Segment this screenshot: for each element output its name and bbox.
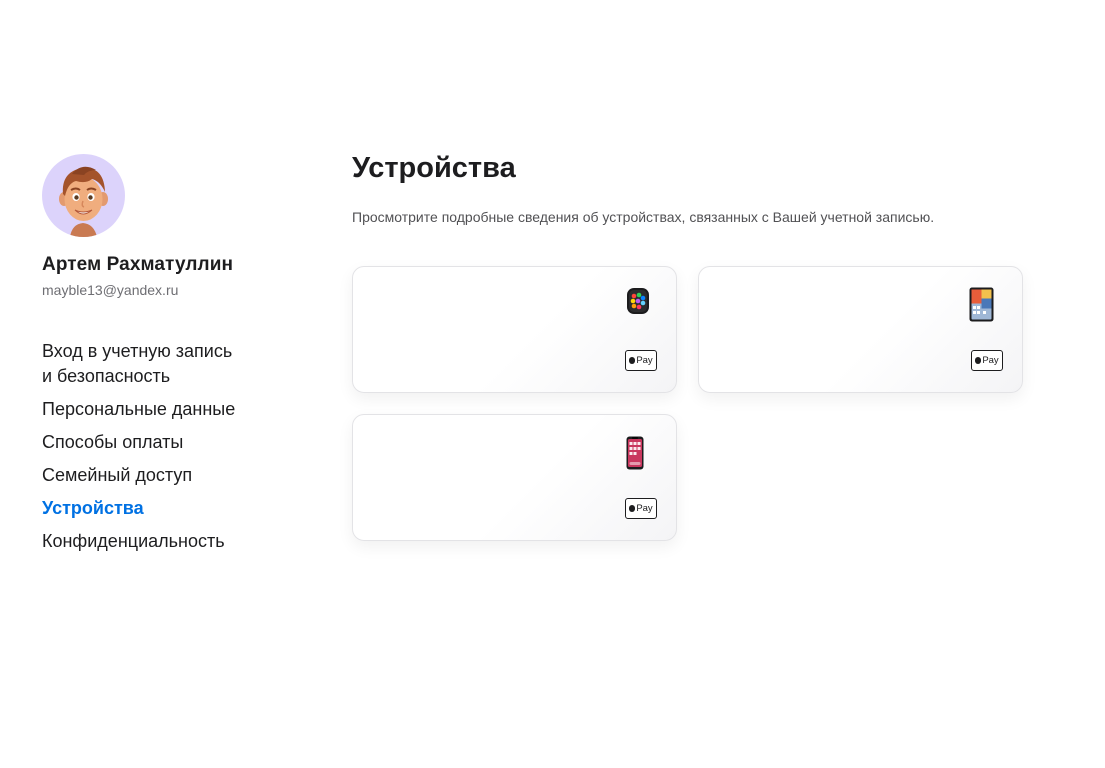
apple-logo-icon bbox=[975, 357, 982, 364]
device-card[interactable]: Pay bbox=[698, 266, 1023, 393]
sidebar-item-family-sharing[interactable]: Семейный доступ bbox=[42, 463, 282, 488]
apple-pay-badge: Pay bbox=[625, 350, 657, 371]
sidebar-nav: Вход в учетную запись и безопасность Пер… bbox=[42, 339, 282, 554]
apple-logo-icon bbox=[629, 357, 636, 364]
sidebar-item-privacy[interactable]: Конфиденциальность bbox=[42, 529, 282, 554]
apple-pay-badge: Pay bbox=[971, 350, 1003, 371]
apple-pay-label: Pay bbox=[982, 355, 999, 366]
page-title: Устройства bbox=[352, 152, 516, 184]
device-card[interactable]: Pay bbox=[352, 266, 677, 393]
sidebar-item-label: Вход в учетную запись bbox=[42, 341, 233, 361]
device-card[interactable]: Pay bbox=[352, 414, 677, 541]
iphone-icon bbox=[626, 436, 644, 475]
main-content: Устройства Просмотрите подробные сведени… bbox=[352, 152, 1032, 556]
user-name: Артем Рахматуллин bbox=[42, 254, 234, 275]
device-cards: Pay Pay Pay bbox=[352, 266, 1032, 556]
sidebar-item-label: Конфиденциальность bbox=[42, 531, 225, 551]
apple-logo-icon bbox=[629, 505, 636, 512]
ipad-icon bbox=[969, 287, 994, 327]
sidebar: Артем Рахматуллин mayble13@yandex.ru Вхо… bbox=[42, 154, 282, 570]
apple-watch-icon bbox=[626, 287, 650, 320]
sidebar-item-devices[interactable]: Устройства bbox=[42, 496, 282, 521]
user-email: mayble13@yandex.ru bbox=[42, 282, 179, 298]
sidebar-item-label: Устройства bbox=[42, 498, 144, 518]
memoji-avatar-icon bbox=[59, 166, 108, 237]
sidebar-item-label: Персональные данные bbox=[42, 399, 236, 419]
sidebar-item-sign-in-security[interactable]: Вход в учетную запись и безопасность bbox=[42, 339, 282, 389]
sidebar-item-label: Способы оплаты bbox=[42, 432, 184, 452]
sidebar-item-label: Семейный доступ bbox=[42, 465, 193, 485]
apple-pay-badge: Pay bbox=[625, 498, 657, 519]
sidebar-item-personal-info[interactable]: Персональные данные bbox=[42, 397, 282, 422]
page-subtitle: Просмотрите подробные сведения об устрой… bbox=[352, 209, 935, 225]
avatar[interactable] bbox=[42, 154, 125, 237]
apple-pay-label: Pay bbox=[636, 503, 653, 514]
sidebar-item-payment-methods[interactable]: Способы оплаты bbox=[42, 430, 282, 455]
page: Артем Рахматуллин mayble13@yandex.ru Вхо… bbox=[0, 0, 1105, 768]
apple-pay-label: Pay bbox=[636, 355, 653, 366]
sidebar-item-label: и безопасность bbox=[42, 366, 171, 386]
